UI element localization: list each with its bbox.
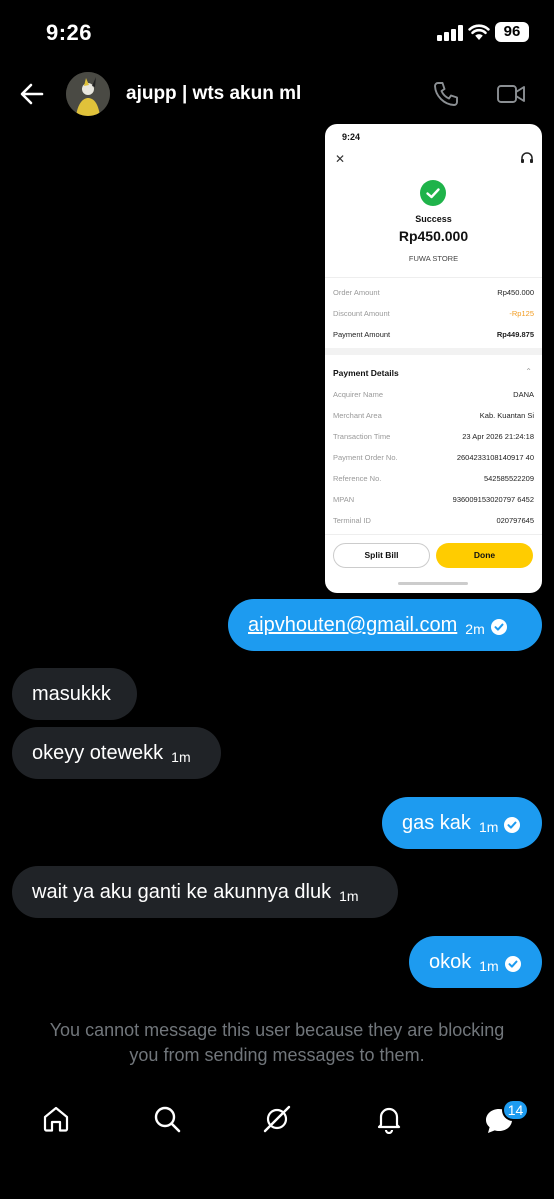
detail-value: 2604233108140917 40 xyxy=(456,452,534,462)
divider xyxy=(325,277,542,278)
avatar-image xyxy=(66,72,110,116)
detail-row: Payment Order No. 2604233108140917 40 xyxy=(333,451,534,463)
success-title: Success xyxy=(415,214,452,224)
summary-row: Payment Amount Rp449.875 xyxy=(333,328,534,340)
blocked-notice-line: You cannot message this user because the… xyxy=(49,1020,505,1040)
cellular-signal-icon xyxy=(437,25,463,41)
screenshot-status-time: 9:24 xyxy=(342,132,361,142)
summary-row: Order Amount Rp450.000 xyxy=(333,286,534,298)
summary-row: Discount Amount -Rp125 xyxy=(333,307,534,319)
bottom-nav xyxy=(0,1094,554,1150)
seen-check-icon xyxy=(490,619,507,635)
success-amount: Rp450.000 xyxy=(398,228,469,244)
summary-value: Rp450.000 xyxy=(497,287,534,297)
screenshot-close-icon: ✕ xyxy=(335,152,346,166)
battery-level: 96 xyxy=(495,22,529,42)
message-bubble-received[interactable]: masukkk xyxy=(12,668,137,720)
home-icon[interactable] xyxy=(41,1104,71,1134)
detail-label: Merchant Area xyxy=(333,410,382,420)
detail-row: Terminal ID 020797645 xyxy=(333,514,534,526)
detail-row: Merchant Area Kab. Kuantan Si xyxy=(333,409,534,421)
shared-screenshot-image[interactable]: 9:24 ✕ Success Rp450.000 FUWA STORE Orde… xyxy=(325,124,542,593)
status-bar: 9:26 96 xyxy=(0,0,554,66)
message-bubble-sent[interactable]: okok 1m xyxy=(409,936,542,988)
messages-badge: 14 xyxy=(502,1099,529,1121)
section-separator xyxy=(325,348,542,355)
grok-icon[interactable] xyxy=(262,1104,292,1134)
summary-value: Rp449.875 xyxy=(496,329,534,339)
detail-label: Terminal ID xyxy=(333,515,371,525)
back-arrow-icon[interactable] xyxy=(18,80,46,108)
seen-check-icon xyxy=(504,817,521,833)
message-bubble-sent[interactable]: aipvhouten@gmail.com 2m xyxy=(228,599,542,651)
message-text: okeyy otewekk xyxy=(32,742,164,764)
detail-value: Kab. Kuantan Si xyxy=(479,410,534,420)
chat-header: ajupp | wts akun ml xyxy=(0,66,554,126)
message-time: 1m xyxy=(339,888,359,904)
summary-label: Payment Amount xyxy=(333,329,391,339)
home-indicator xyxy=(398,582,468,585)
message-bubble-received[interactable]: okeyy otewekk 1m xyxy=(12,727,221,779)
message-time: 1m xyxy=(478,819,499,835)
headset-icon xyxy=(521,152,533,163)
detail-value: 936009153020797 6452 xyxy=(452,494,534,504)
split-bill-button: Split Bill xyxy=(333,543,430,568)
detail-value: 23 Apr 2026 21:24:18 xyxy=(462,431,534,441)
divider xyxy=(325,534,542,535)
payment-details-header: Payment Details xyxy=(333,368,399,378)
message-email-link[interactable]: aipvhouten@gmail.com xyxy=(248,614,457,636)
message-text: masukkk xyxy=(32,683,111,705)
detail-row: Transaction Time 23 Apr 2026 21:24:18 xyxy=(333,430,534,442)
message-bubble-received[interactable]: wait ya aku ganti ke akunnya dluk 1m xyxy=(12,866,398,918)
status-time: 9:26 xyxy=(46,20,93,45)
message-bubble-sent[interactable]: gas kak 1m xyxy=(382,797,542,849)
detail-label: Transaction Time xyxy=(333,431,391,441)
summary-label: Order Amount xyxy=(333,287,380,297)
done-button: Done xyxy=(436,543,533,568)
summary-value: -Rp125 xyxy=(509,308,534,318)
notifications-bell-icon[interactable] xyxy=(374,1104,404,1134)
blocked-notice-line: you from sending messages to them. xyxy=(129,1045,425,1065)
detail-label: Acquirer Name xyxy=(333,389,384,399)
summary-label: Discount Amount xyxy=(333,308,390,318)
avatar[interactable] xyxy=(66,72,110,116)
wifi-icon xyxy=(468,24,490,40)
message-text: gas kak xyxy=(402,812,471,834)
detail-value: 020797645 xyxy=(496,515,534,525)
message-time: 2m xyxy=(465,621,485,637)
detail-label: MPAN xyxy=(333,494,355,504)
search-icon[interactable] xyxy=(152,1104,182,1134)
detail-row: MPAN 936009153020797 6452 xyxy=(333,493,534,505)
detail-label: Payment Order No. xyxy=(333,452,398,462)
chevron-up-icon: ⌃ xyxy=(525,367,532,376)
message-text: okok xyxy=(429,951,472,973)
detail-row: Acquirer Name DANA xyxy=(333,388,534,400)
detail-value: DANA xyxy=(513,389,534,399)
phone-call-icon[interactable] xyxy=(432,80,460,108)
detail-row: Reference No. 542585522209 xyxy=(333,472,534,484)
blocked-notice: You cannot message this user because the… xyxy=(0,1018,554,1068)
detail-value: 542585522209 xyxy=(483,473,534,483)
seen-check-icon xyxy=(504,956,521,972)
message-time: 1m xyxy=(171,749,191,765)
success-check-icon xyxy=(420,180,446,206)
store-name: FUWA STORE xyxy=(408,254,459,263)
detail-label: Reference No. xyxy=(333,473,382,483)
chat-username[interactable]: ajupp | wts akun ml xyxy=(126,83,301,105)
message-time: 1m xyxy=(479,958,499,974)
message-text: wait ya aku ganti ke akunnya dluk xyxy=(32,881,332,903)
video-call-icon[interactable] xyxy=(496,80,526,108)
